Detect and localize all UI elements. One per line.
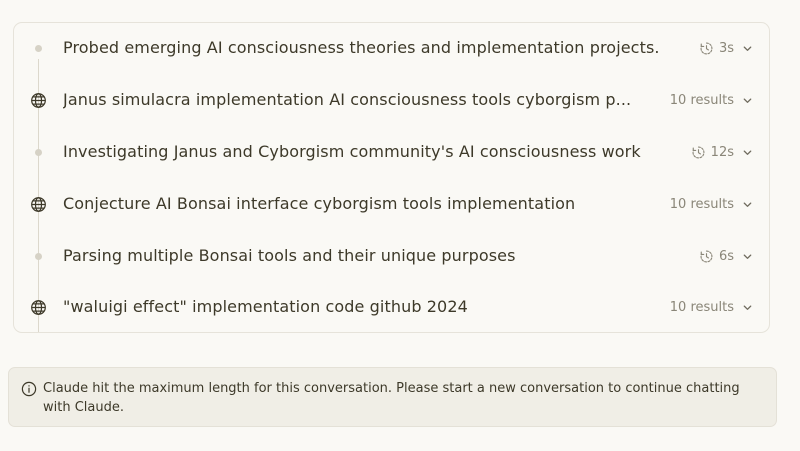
results-count-label: 10 results <box>669 92 734 108</box>
results-count-label: 10 results <box>669 299 734 315</box>
research-timeline: Probed emerging AI consciousness theorie… <box>13 22 770 333</box>
step-dot <box>29 39 47 57</box>
timer-icon <box>699 249 714 264</box>
row-meta: 10 results <box>670 195 753 213</box>
timeline-row-search[interactable]: Conjecture AI Bonsai interface cyborgism… <box>14 186 769 222</box>
row-meta: 3s <box>699 39 753 57</box>
row-title: Parsing multiple Bonsai tools and their … <box>63 246 516 265</box>
step-dot <box>29 247 47 265</box>
timeline-row-search[interactable]: "waluigi effect" implementation code git… <box>14 289 769 325</box>
chevron-down-icon[interactable] <box>742 199 753 210</box>
row-title: Probed emerging AI consciousness theorie… <box>63 38 660 57</box>
timer-icon <box>691 145 706 160</box>
step-dot <box>29 143 47 161</box>
globe-icon <box>29 195 47 213</box>
duration-label: 12s <box>710 144 734 160</box>
globe-icon <box>29 91 47 109</box>
chevron-down-icon[interactable] <box>742 95 753 106</box>
row-meta: 10 results <box>670 91 753 109</box>
chevron-down-icon[interactable] <box>742 147 753 158</box>
chevron-down-icon[interactable] <box>742 43 753 54</box>
duration-label: 3s <box>718 40 734 56</box>
timeline-row-thought[interactable]: Probed emerging AI consciousness theorie… <box>14 30 769 66</box>
results-count-label: 10 results <box>669 196 734 212</box>
chevron-down-icon[interactable] <box>742 251 753 262</box>
row-meta: 12s <box>691 143 753 161</box>
timer-icon <box>699 41 714 56</box>
duration-label: 6s <box>718 248 734 264</box>
timeline-row-thought[interactable]: Parsing multiple Bonsai tools and their … <box>14 238 769 274</box>
timeline-row-thought[interactable]: Investigating Janus and Cyborgism commun… <box>14 134 769 170</box>
row-title: "waluigi effect" implementation code git… <box>63 297 468 316</box>
row-title: Conjecture AI Bonsai interface cyborgism… <box>63 194 576 213</box>
chevron-down-icon[interactable] <box>742 302 753 313</box>
row-title: Janus simulacra implementation AI consci… <box>63 90 632 109</box>
notice-text: Claude hit the maximum length for this c… <box>43 381 740 415</box>
info-icon <box>21 381 37 397</box>
row-meta: 10 results <box>670 298 753 316</box>
row-meta: 6s <box>699 247 753 265</box>
max-length-notice: Claude hit the maximum length for this c… <box>8 367 777 427</box>
timeline-row-search[interactable]: Janus simulacra implementation AI consci… <box>14 82 769 118</box>
row-title: Investigating Janus and Cyborgism commun… <box>63 142 641 161</box>
globe-icon <box>29 298 47 316</box>
